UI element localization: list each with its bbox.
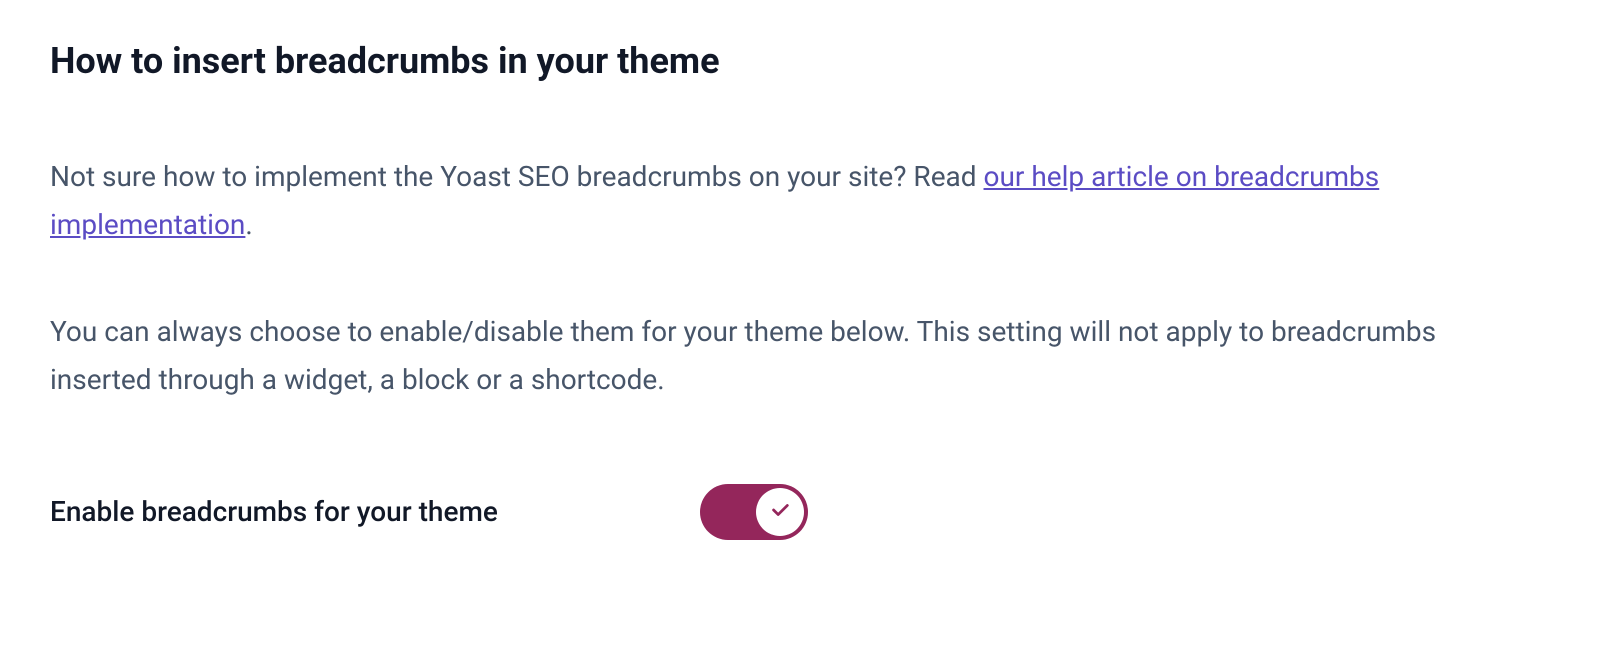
help-text-after: . bbox=[245, 208, 252, 241]
info-paragraph: You can always choose to enable/disable … bbox=[50, 308, 1530, 403]
help-paragraph: Not sure how to implement the Yoast SEO … bbox=[50, 153, 1530, 248]
enable-breadcrumbs-toggle[interactable] bbox=[700, 484, 808, 540]
section-heading: How to insert breadcrumbs in your theme bbox=[50, 40, 1550, 83]
enable-breadcrumbs-setting-row: Enable breadcrumbs for your theme bbox=[50, 484, 1550, 540]
check-icon bbox=[769, 499, 791, 525]
toggle-knob bbox=[756, 488, 804, 536]
enable-breadcrumbs-label: Enable breadcrumbs for your theme bbox=[50, 495, 610, 528]
help-text-before: Not sure how to implement the Yoast SEO … bbox=[50, 160, 984, 193]
